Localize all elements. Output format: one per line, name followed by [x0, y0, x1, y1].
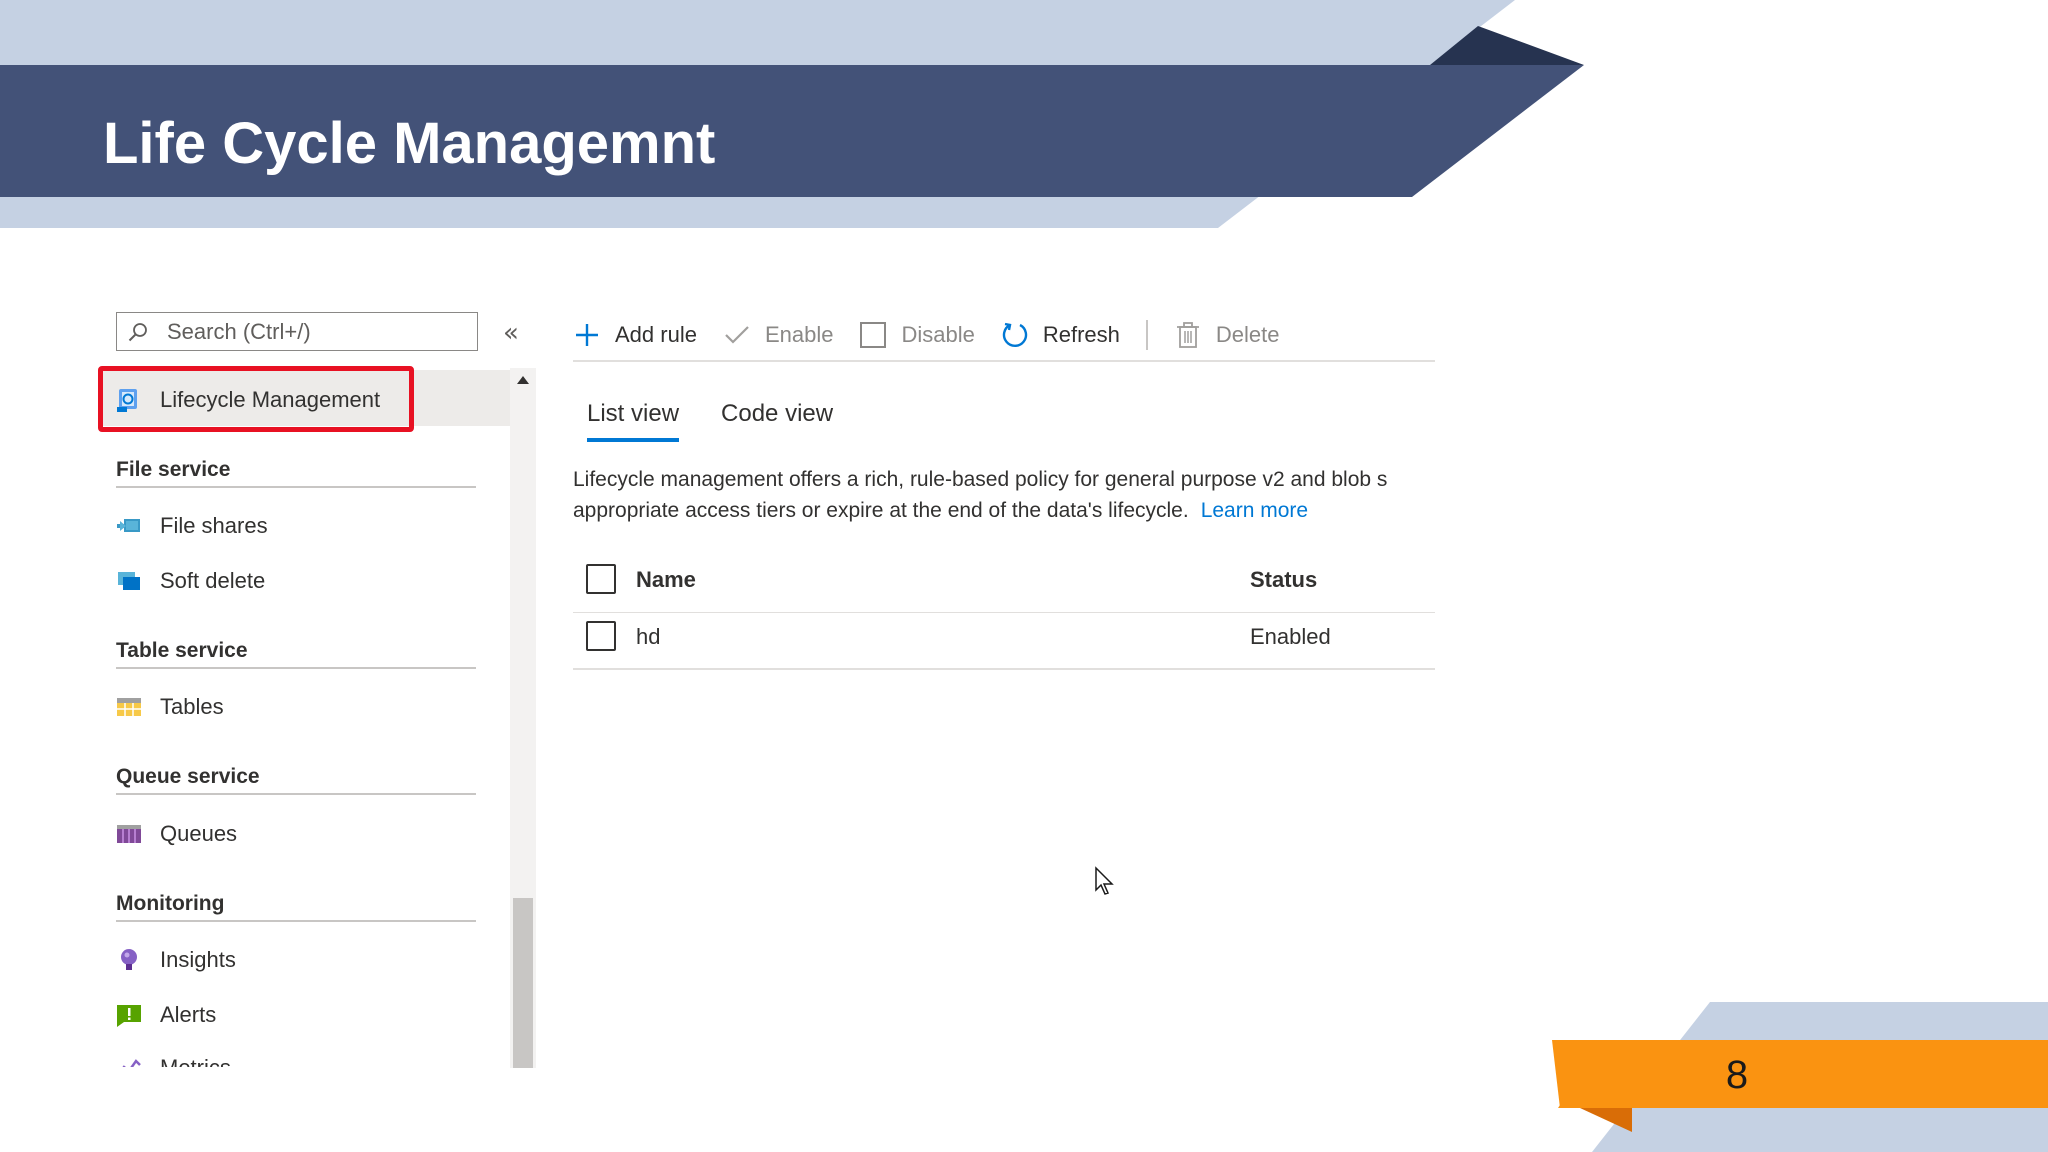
- queues-icon: [117, 825, 141, 843]
- description-line-2: appropriate access tiers or expire at th…: [573, 495, 1435, 526]
- sidebar-item-label: File shares: [160, 513, 268, 538]
- sidebar-item-label: Queues: [160, 821, 238, 846]
- rule-status: Enabled: [1250, 624, 1331, 649]
- column-header-status[interactable]: Status: [1250, 556, 1317, 604]
- column-header-name[interactable]: Name: [636, 556, 696, 604]
- checkmark-icon: [725, 326, 749, 344]
- section-header-table-service: Table service: [116, 633, 476, 669]
- section-header-monitoring: Monitoring: [116, 886, 476, 922]
- description-text: appropriate access tiers or expire at th…: [573, 499, 1189, 522]
- tab-code-view[interactable]: Code view: [721, 392, 833, 442]
- delete-button[interactable]: Delete: [1174, 315, 1280, 355]
- row-checkbox[interactable]: [586, 621, 616, 651]
- sidebar-item-alerts[interactable]: Alerts: [116, 997, 476, 1033]
- sidebar-item-soft-delete[interactable]: Soft delete: [116, 563, 476, 599]
- trash-icon: [1176, 322, 1199, 348]
- sidebar-item-insights[interactable]: Insights: [116, 942, 476, 978]
- select-all-checkbox[interactable]: [586, 564, 616, 594]
- view-tabs: List view Code view: [587, 392, 875, 444]
- section-header-queue-service: Queue service: [116, 759, 476, 795]
- sidebar-item-queues[interactable]: Queues: [116, 816, 476, 852]
- add-rule-label: Add rule: [615, 322, 697, 347]
- tab-list-view[interactable]: List view: [587, 392, 680, 442]
- square-icon: [860, 322, 887, 348]
- sidebar-item-label: Alerts: [160, 1002, 217, 1027]
- insights-icon: [121, 949, 137, 970]
- disable-button[interactable]: Disable: [859, 315, 975, 355]
- command-bar: Add rule Enable Disable Refresh Delete: [573, 310, 1435, 362]
- enable-button[interactable]: Enable: [723, 315, 834, 355]
- file-shares-icon: [117, 519, 140, 532]
- page-number: 8: [1725, 1053, 1749, 1097]
- section-header-file-service: File service: [116, 452, 476, 488]
- refresh-button[interactable]: Refresh: [1001, 315, 1120, 355]
- mouse-cursor-icon: [1095, 866, 1114, 895]
- sidebar-item-metrics[interactable]: Metrics: [116, 1050, 476, 1067]
- disable-label: Disable: [901, 322, 975, 347]
- refresh-label: Refresh: [1042, 322, 1120, 347]
- soft-delete-icon: [118, 572, 140, 590]
- metrics-icon: [122, 1059, 141, 1067]
- description: Lifecycle management offers a rich, rule…: [573, 464, 1435, 530]
- plus-icon: [576, 324, 598, 346]
- refresh-icon: [1002, 322, 1027, 347]
- sidebar-item-label: Tables: [160, 694, 224, 719]
- sidebar-item-tables[interactable]: Tables: [116, 689, 476, 725]
- description-line-1: Lifecycle management offers a rich, rule…: [573, 468, 1388, 491]
- sidebar-item-file-shares[interactable]: File shares: [116, 508, 476, 544]
- delete-label: Delete: [1215, 322, 1280, 347]
- learn-more-link[interactable]: Learn more: [1201, 499, 1308, 522]
- sidebar-item-label: Insights: [160, 947, 236, 972]
- sidebar-nav: Lifecycle Management File service File s…: [0, 0, 536, 1067]
- tables-icon: [117, 698, 141, 716]
- add-rule-button[interactable]: Add rule: [573, 315, 697, 355]
- table-header: Name Status: [573, 556, 1435, 613]
- enable-label: Enable: [764, 322, 834, 347]
- rule-name: hd: [636, 624, 661, 649]
- table-row[interactable]: hd Enabled: [573, 613, 1435, 670]
- highlight-box: [98, 366, 414, 432]
- sidebar-item-label: Soft delete: [160, 568, 266, 593]
- rules-table: Name Status hd Enabled: [573, 556, 1435, 670]
- alerts-icon: [117, 1005, 141, 1027]
- toolbar-separator: [1145, 320, 1148, 350]
- sidebar-item-label: Metrics: [160, 1055, 231, 1067]
